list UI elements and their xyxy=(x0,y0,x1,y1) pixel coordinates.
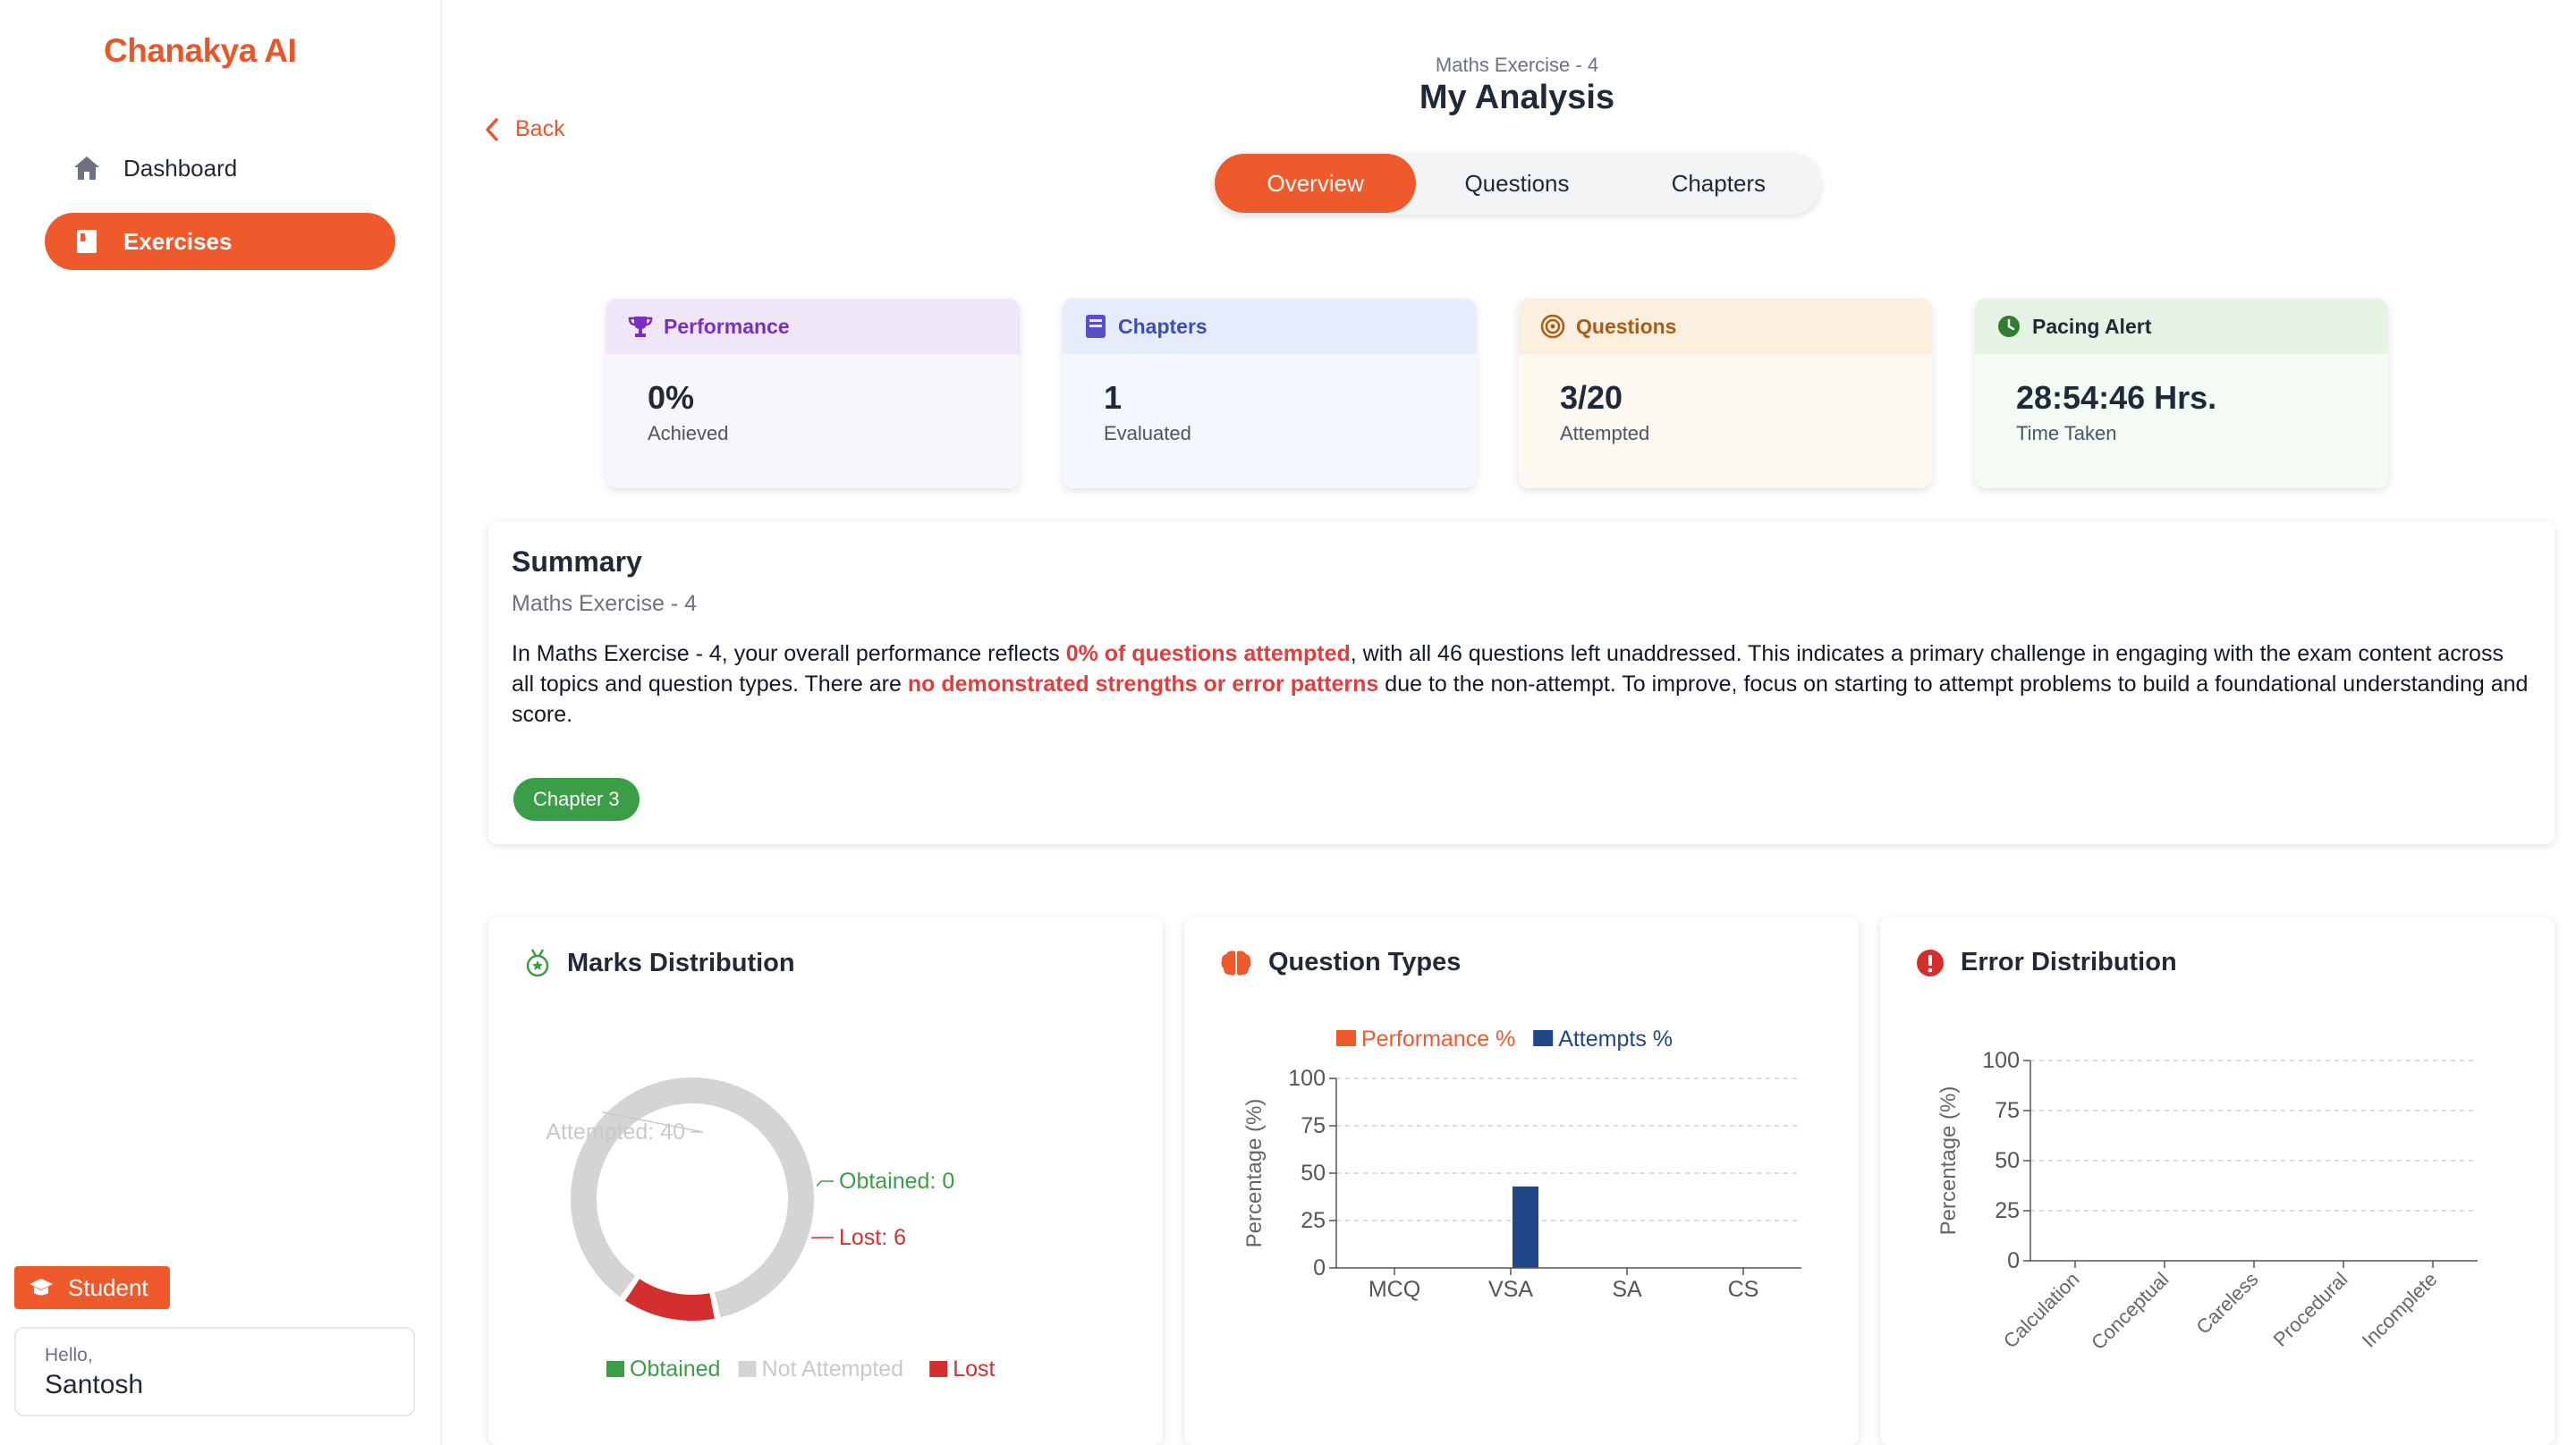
sidebar: Chanakya AI Dashboard Exercises Student … xyxy=(0,0,442,1445)
chevron-left-icon xyxy=(485,117,499,141)
legend-swatch xyxy=(1533,1030,1554,1046)
summary-highlight: no demonstrated strengths or error patte… xyxy=(907,672,1379,697)
card-label: Achieved xyxy=(648,422,729,444)
marks-donut-chart: Obtained: 0 Lost: 6 Attempted: 40 Obtained… xyxy=(546,1077,996,1382)
pacing-alert-card: Pacing Alert 28:54:46 Hrs. Time Taken xyxy=(1975,299,2388,488)
card-value: 0% xyxy=(648,379,695,416)
card-title: Performance xyxy=(664,314,790,338)
card-title: Chapters xyxy=(1118,314,1208,338)
sidebar-item-label: Dashboard xyxy=(123,154,238,182)
summary-subtitle: Maths Exercise - 4 xyxy=(512,591,698,616)
card-title: Pacing Alert xyxy=(2032,314,2152,338)
y-tick-label: 100 xyxy=(1982,1048,2020,1073)
y-tick-label: 0 xyxy=(1313,1255,1326,1280)
home-icon xyxy=(72,153,102,183)
card-value: 3/20 xyxy=(1560,379,1623,416)
tab-overview[interactable]: Overview xyxy=(1215,154,1417,213)
legend-label: Obtained xyxy=(630,1356,720,1382)
question-types-chart: Performance % Attempts % 0 25 50 75 100 Percen… xyxy=(1242,1027,1801,1302)
legend-label: Lost xyxy=(953,1356,995,1382)
tab-questions[interactable]: Questions xyxy=(1416,154,1617,213)
trophy-icon xyxy=(628,314,653,339)
x-tick-label: SA xyxy=(1612,1277,1642,1302)
x-tick-label: Procedural xyxy=(2269,1268,2352,1351)
y-tick-label: 100 xyxy=(1288,1066,1326,1091)
x-tick-label: MCQ xyxy=(1368,1277,1420,1302)
role-label: Student xyxy=(68,1273,148,1301)
card-label: Evaluated xyxy=(1104,422,1191,444)
performance-card: Performance 0% Achieved xyxy=(606,299,1020,488)
donut-leader-line xyxy=(816,1180,834,1187)
summary-highlight: 0% of questions attempted xyxy=(1065,641,1351,666)
y-tick-label: 75 xyxy=(1995,1098,2020,1123)
card-label: Attempted xyxy=(1560,422,1650,444)
y-tick-label: 50 xyxy=(1995,1148,2020,1173)
target-icon xyxy=(1540,314,1565,339)
donut-slice-label: Attempted: 40 xyxy=(546,1120,685,1145)
x-tick-label: Calculation xyxy=(1999,1268,2084,1353)
app-logo[interactable]: Chanakya AI xyxy=(104,32,297,70)
card-label: Time Taken xyxy=(2016,422,2117,444)
y-tick-label: 75 xyxy=(1301,1113,1326,1138)
bar xyxy=(1513,1186,1538,1268)
summary-text: In Maths Exercise - 4, your overall perf… xyxy=(512,638,2531,730)
y-axis-label: Percentage (%) xyxy=(1242,1099,1267,1248)
y-axis-label: Percentage (%) xyxy=(1936,1086,1961,1236)
sidebar-item-dashboard[interactable]: Dashboard xyxy=(45,139,395,197)
page-title: My Analysis xyxy=(1419,79,1615,116)
legend-swatch xyxy=(738,1361,757,1377)
donut-slice-lost xyxy=(625,1279,715,1321)
legend-label: Not Attempted xyxy=(762,1356,903,1382)
x-tick-label: VSA xyxy=(1488,1277,1533,1302)
exercise-subtitle: Maths Exercise - 4 xyxy=(1435,54,1599,76)
chapters-card: Chapters 1 Evaluated xyxy=(1063,299,1476,488)
legend-swatch xyxy=(929,1361,948,1377)
user-name: Santosh xyxy=(45,1370,144,1399)
view-tabs: Overview Questions Chapters xyxy=(1213,152,1821,215)
y-tick-label: 25 xyxy=(1995,1198,2020,1223)
card-value: 28:54:46 Hrs. xyxy=(2016,379,2217,416)
book-icon xyxy=(1084,314,1107,339)
y-tick-label: 50 xyxy=(1301,1161,1326,1186)
error-distribution-chart: 0 25 50 75 100 Percentage (%) Calculation Conce… xyxy=(1936,1048,2478,1354)
sidebar-item-exercises[interactable]: Exercises xyxy=(45,213,395,270)
donut-slice-label: Lost: 6 xyxy=(839,1225,906,1250)
x-tick-label: Conceptual xyxy=(2087,1268,2173,1354)
sidebar-item-label: Exercises xyxy=(123,227,233,255)
role-badge: Student xyxy=(14,1266,170,1309)
user-card[interactable]: Hello, Santosh xyxy=(14,1327,415,1416)
clock-icon xyxy=(1996,314,2021,339)
legend-label: Attempts % xyxy=(1558,1027,1673,1052)
back-button[interactable]: Back xyxy=(485,116,565,142)
legend-swatch xyxy=(1336,1030,1356,1046)
book-icon xyxy=(72,226,102,257)
card-value: 1 xyxy=(1104,379,1123,416)
x-tick-label: CS xyxy=(1728,1277,1759,1302)
error-distribution-card: Error Distribution 0 25 50 75 100 Percentage … xyxy=(1880,917,2555,1445)
back-label: Back xyxy=(515,116,565,141)
questions-card: Questions 3/20 Attempted xyxy=(1519,299,1932,488)
chapter-chip[interactable]: Chapter 3 xyxy=(513,778,640,821)
legend-swatch xyxy=(606,1361,624,1377)
summary-card: Summary Maths Exercise - 4 In Maths Exer… xyxy=(488,522,2555,844)
legend-label: Performance % xyxy=(1361,1027,1515,1052)
summary-title: Summary xyxy=(512,545,642,578)
summary-text-part: In Maths Exercise - 4, your overall perf… xyxy=(512,641,1066,666)
x-tick-label: Incomplete xyxy=(2358,1268,2442,1352)
y-tick-label: 0 xyxy=(2007,1248,2020,1273)
marks-distribution-card: Marks Distribution Obtained: 0 Lost: 6 Att… xyxy=(488,917,1163,1445)
question-types-card: Question Types Performance % Attempts % 0… xyxy=(1184,917,1859,1445)
donut-slice-label: Obtained: 0 xyxy=(839,1169,954,1194)
card-title: Questions xyxy=(1576,314,1677,338)
user-greeting: Hello, xyxy=(45,1345,93,1365)
graduation-cap-icon xyxy=(29,1277,54,1298)
tab-chapters[interactable]: Chapters xyxy=(1618,154,1819,213)
x-tick-label: Careless xyxy=(2191,1268,2262,1339)
y-tick-label: 25 xyxy=(1301,1208,1326,1233)
